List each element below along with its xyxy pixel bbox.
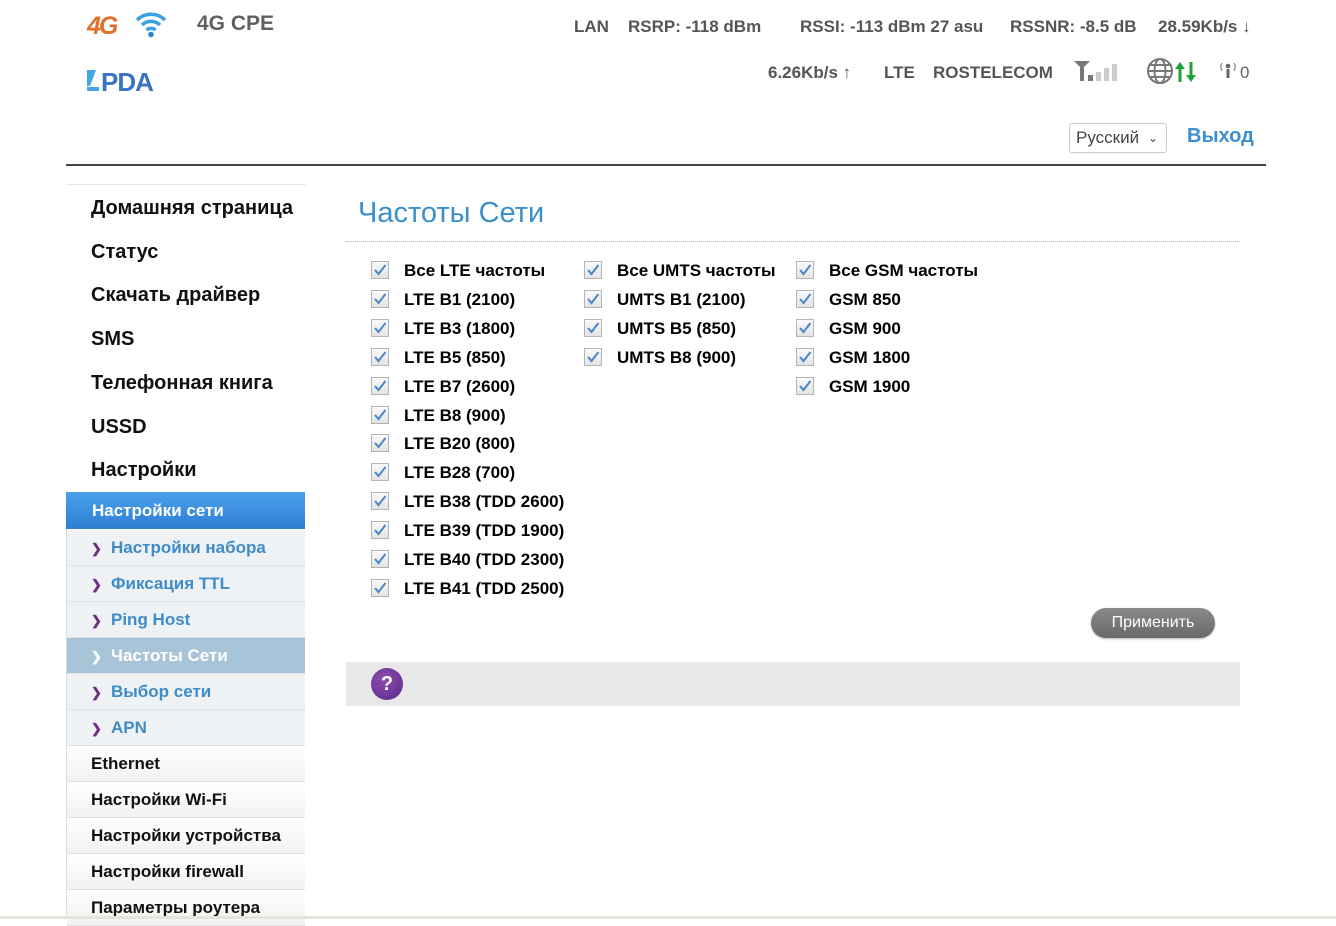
checkbox[interactable] bbox=[371, 376, 389, 395]
band-label: UMTS B1 (2100) bbox=[617, 289, 746, 309]
network-type: LTE bbox=[884, 63, 915, 82]
band-label: LTE B20 (800) bbox=[404, 434, 516, 454]
wifi-logo-icon bbox=[135, 12, 167, 38]
checkbox[interactable] bbox=[796, 318, 814, 337]
sidebar-item-phonebook[interactable]: Телефонная книга bbox=[91, 372, 273, 395]
checkbox[interactable] bbox=[371, 578, 389, 597]
chevron-right-icon: ❯ bbox=[91, 721, 102, 736]
checkbox[interactable] bbox=[371, 434, 389, 453]
language-select[interactable]: Русский ⌄ bbox=[1069, 123, 1167, 153]
chevron-right-icon: ❯ bbox=[91, 541, 102, 556]
signal-strength-icon bbox=[1073, 60, 1125, 87]
sidebar-subitem-dial-settings[interactable]: ❯ Настройки набора bbox=[67, 530, 305, 566]
band-label: GSM 850 bbox=[829, 289, 901, 309]
checkbox[interactable] bbox=[371, 550, 389, 568]
band-label: LTE B1 (2100) bbox=[404, 289, 516, 309]
sidebar-subitem-apn[interactable]: ❯ APN bbox=[67, 710, 305, 746]
logo-4g: 4G bbox=[87, 10, 167, 40]
globe-icon bbox=[1146, 57, 1174, 90]
sidebar-subitem-network-selection[interactable]: ❯ Выбор сети bbox=[67, 674, 305, 710]
sidebar-item-settings[interactable]: Настройки bbox=[91, 459, 197, 482]
sidebar-subitem-network-bands[interactable]: ❯ Частоты Сети bbox=[67, 638, 305, 674]
chevron-right-icon: ❯ bbox=[91, 685, 102, 700]
rssi-value: RSSI: -113 dBm 27 asu bbox=[800, 17, 984, 36]
sidebar-item-firewall-settings[interactable]: Настройки firewall bbox=[67, 854, 305, 890]
checkbox[interactable] bbox=[796, 289, 814, 308]
title-divider bbox=[346, 241, 1240, 242]
upload-speed: 6.26Kb/s ↑ bbox=[768, 63, 852, 82]
svg-text:PDA: PDA bbox=[101, 67, 154, 94]
checkbox[interactable] bbox=[796, 376, 814, 395]
band-label: GSM 1800 bbox=[829, 347, 911, 367]
checkbox[interactable] bbox=[584, 347, 602, 366]
logout-link[interactable]: Выход bbox=[1187, 125, 1254, 148]
sidebar-subitem-ttl-fix[interactable]: ❯ Фиксация TTL bbox=[67, 566, 305, 602]
band-label: GSM 1900 bbox=[829, 376, 911, 396]
chevron-right-icon: ❯ bbox=[91, 613, 102, 628]
band-label: Все GSM частоты bbox=[829, 261, 979, 280]
band-label: LTE B39 (TDD 1900) bbox=[404, 521, 565, 541]
rsrp-value: RSRP: -118 dBm bbox=[628, 17, 762, 36]
band-label: LTE B40 (TDD 2300) bbox=[404, 550, 565, 569]
checkbox[interactable] bbox=[371, 405, 389, 424]
checkbox[interactable] bbox=[584, 318, 602, 337]
connection-type: LAN bbox=[574, 17, 609, 36]
band-label: UMTS B8 (900) bbox=[617, 347, 737, 367]
checkbox[interactable] bbox=[371, 521, 389, 540]
sidebar-item-status[interactable]: Статус bbox=[91, 241, 158, 264]
header-divider bbox=[66, 164, 1266, 166]
band-label: LTE B38 (TDD 2600) bbox=[404, 492, 565, 512]
4pda-logo: PDA bbox=[86, 66, 170, 97]
checkbox[interactable] bbox=[371, 261, 389, 279]
download-speed: 28.59Kb/s ↓ bbox=[1158, 17, 1251, 36]
checkbox[interactable] bbox=[796, 347, 814, 366]
sidebar-section-network-settings[interactable]: Настройки сети bbox=[66, 492, 305, 529]
help-bar bbox=[346, 662, 1240, 706]
checkbox[interactable] bbox=[584, 261, 602, 279]
checkbox[interactable] bbox=[371, 289, 389, 308]
language-value: Русский bbox=[1076, 128, 1140, 147]
sidebar-item-router-parameters[interactable]: Параметры роутера bbox=[67, 890, 305, 926]
band-label: LTE B3 (1800) bbox=[404, 318, 516, 338]
apply-button[interactable]: Применить bbox=[1091, 608, 1215, 638]
band-label: LTE B8 (900) bbox=[404, 405, 506, 425]
sidebar-top-divider bbox=[66, 184, 306, 185]
band-label: LTE B41 (TDD 2500) bbox=[404, 578, 565, 598]
sidebar-item-wifi-settings[interactable]: Настройки Wi-Fi bbox=[67, 782, 305, 818]
band-label: Все UMTS частоты bbox=[617, 261, 776, 280]
sidebar-item-sms[interactable]: SMS bbox=[91, 328, 134, 351]
band-label: LTE B5 (850) bbox=[404, 347, 506, 367]
band-label: UMTS B5 (850) bbox=[617, 318, 737, 338]
sidebar-item-download-driver[interactable]: Скачать драйвер bbox=[91, 284, 260, 307]
checkbox[interactable] bbox=[584, 289, 602, 308]
band-label: GSM 900 bbox=[829, 318, 901, 338]
sidebar-item-device-settings[interactable]: Настройки устройства bbox=[67, 818, 305, 854]
band-label: LTE B7 (2600) bbox=[404, 376, 516, 396]
chevron-down-icon: ⌄ bbox=[1147, 131, 1158, 145]
checkbox[interactable] bbox=[371, 492, 389, 511]
band-label: Все LTE частоты bbox=[404, 261, 546, 280]
product-name: 4G CPE bbox=[197, 12, 275, 35]
band-label: LTE B28 (700) bbox=[404, 463, 516, 483]
chevron-right-icon: ❯ bbox=[91, 577, 102, 592]
operator-name: ROSTELECOM bbox=[933, 63, 1053, 82]
page-title: Частоты Сети bbox=[358, 197, 545, 229]
checkbox[interactable] bbox=[371, 347, 389, 366]
checkbox[interactable] bbox=[371, 318, 389, 337]
wifi-clients-count: 0 bbox=[1240, 63, 1250, 82]
wifi-clients-icon bbox=[1218, 60, 1238, 85]
sidebar-item-ussd[interactable]: USSD bbox=[91, 416, 147, 439]
data-transfer-icon bbox=[1174, 60, 1198, 89]
chevron-right-icon: ❯ bbox=[91, 649, 102, 664]
sidebar-item-ethernet[interactable]: Ethernet bbox=[67, 746, 305, 782]
checkbox[interactable] bbox=[796, 261, 814, 279]
sidebar-item-home[interactable]: Домашняя страница bbox=[91, 197, 293, 220]
checkbox[interactable] bbox=[371, 463, 389, 482]
help-icon[interactable]: ? bbox=[371, 668, 403, 700]
rssnr-value: RSSNR: -8.5 dB bbox=[1010, 17, 1137, 36]
sidebar-subitem-ping-host[interactable]: ❯ Ping Host bbox=[67, 602, 305, 638]
